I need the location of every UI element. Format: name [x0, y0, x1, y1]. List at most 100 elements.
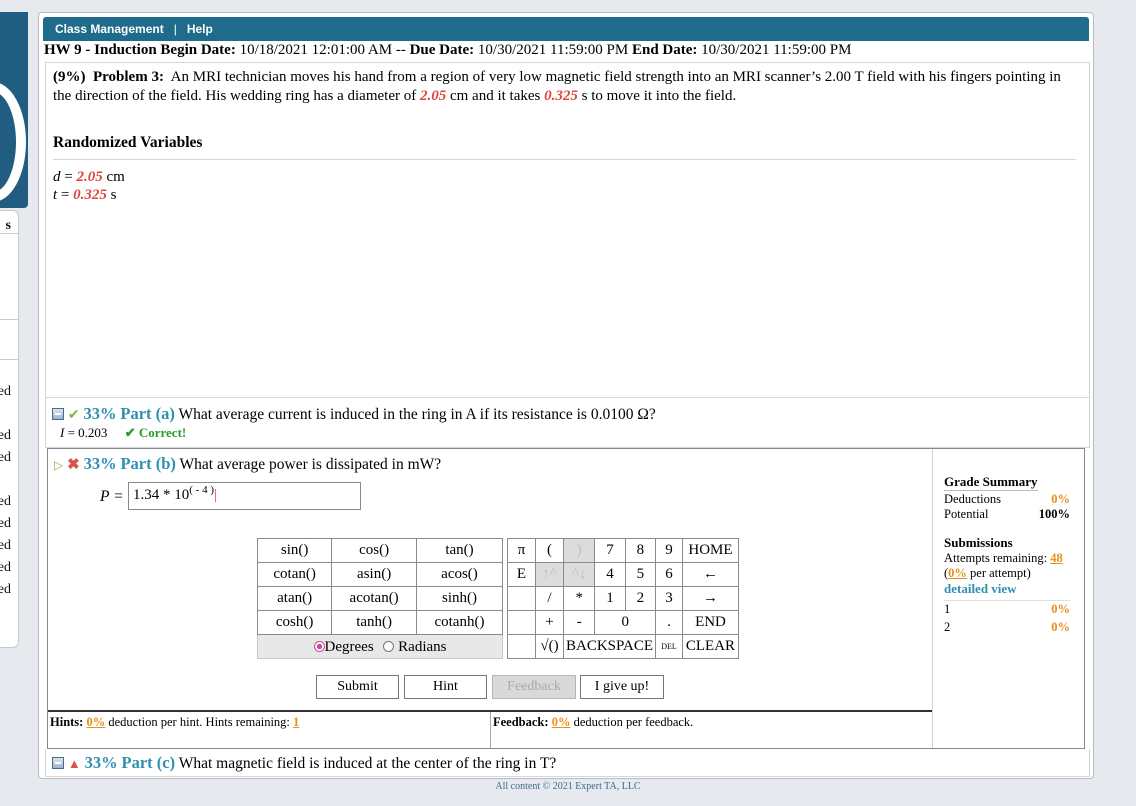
randomized-variables-title: Randomized Variables	[53, 134, 203, 151]
key-home[interactable]: HOME	[681, 538, 739, 563]
part-c-question: What magnetic field is induced at the ce…	[178, 755, 557, 772]
diameter-value: 2.05	[419, 88, 447, 104]
key-acotan[interactable]: acotan()	[331, 586, 417, 611]
left-panel-fragment: ed	[0, 384, 11, 399]
give-up-button[interactable]: I give up!	[580, 675, 664, 699]
problem-percent: (9%)	[53, 69, 86, 85]
key-divide[interactable]: /	[535, 586, 564, 611]
play-icon[interactable]: ▷	[54, 458, 63, 472]
key-4[interactable]: 4	[594, 562, 626, 587]
hint-button[interactable]: Hint	[404, 675, 487, 699]
key-left-paren[interactable]: (	[535, 538, 564, 563]
submission-row: 1 0%	[944, 600, 1070, 616]
key-backspace[interactable]: BACKSPACE	[563, 634, 656, 659]
key-sqrt[interactable]: √()	[535, 634, 564, 659]
nav-class-management-link[interactable]: Class Management	[55, 22, 164, 36]
key-1[interactable]: 1	[594, 586, 626, 611]
key-pi[interactable]: π	[507, 538, 536, 563]
hints-label: Hints:	[50, 715, 84, 729]
left-panel-fragment: ed	[0, 494, 11, 509]
grade-summary-title: Grade Summary	[944, 474, 1038, 491]
detailed-view-link[interactable]: detailed view	[944, 581, 1070, 597]
part-a: ✔ 33% Part (a) What average current is i…	[45, 397, 1090, 448]
key-cos[interactable]: cos()	[331, 538, 417, 563]
feedback-text: deduction per feedback.	[573, 715, 694, 729]
problem-label: Problem 3:	[93, 69, 164, 85]
footer-copyright: All content © 2021 Expert TA, LLC	[495, 781, 641, 792]
variable-t: t = 0.325 s	[53, 187, 117, 203]
submission-row: 2 0%	[944, 620, 1070, 634]
key-clear[interactable]: CLEAR	[681, 634, 739, 659]
assignment-title: HW 9 - Induction	[44, 42, 157, 58]
key-cotan[interactable]: cotan()	[256, 562, 333, 587]
x-icon: ✖	[67, 457, 80, 473]
top-nav: Class Management | Help	[43, 17, 1089, 41]
collapse-icon[interactable]	[52, 408, 64, 420]
submissions-title: Submissions	[944, 535, 1013, 550]
hints-remaining: 1	[293, 715, 300, 729]
key-8[interactable]: 8	[624, 538, 656, 563]
hints-deduction: 0%	[86, 715, 106, 729]
problem-text: (9%) Problem 3: An MRI technician moves …	[53, 68, 1073, 106]
part-a-label[interactable]: Part (a)	[120, 404, 175, 423]
key-cotanh[interactable]: cotanh()	[415, 610, 504, 635]
key-right-arrow[interactable]: →	[681, 586, 739, 611]
answer-input-label: P =	[100, 488, 124, 505]
key-atan[interactable]: atan()	[256, 586, 333, 611]
key-right-paren[interactable]: )	[562, 538, 596, 563]
key-5[interactable]: 5	[624, 562, 656, 587]
begin-date-value: 10/18/2021 12:01:00 AM --	[239, 42, 410, 58]
part-a-percent: 33%	[83, 404, 117, 423]
part-b-percent: 33%	[83, 454, 117, 473]
key-exp-down[interactable]: ^↓	[562, 562, 596, 587]
key-exp-up[interactable]: ↑^	[535, 562, 564, 587]
end-date-label: End Date:	[631, 42, 698, 58]
key-7[interactable]: 7	[594, 538, 626, 563]
key-multiply[interactable]: *	[562, 586, 596, 611]
key-tan[interactable]: tan()	[415, 538, 504, 563]
left-panel-fragment: ed	[0, 450, 11, 465]
part-b: ▷ ✖ 33% Part (b) What average power is d…	[47, 448, 1085, 749]
key-9[interactable]: 9	[654, 538, 683, 563]
radians-label: Radians	[398, 639, 447, 655]
left-background: s ed ed ed ed ed ed ed ed	[0, 0, 30, 806]
feedback-button[interactable]: Feedback	[492, 675, 576, 699]
answer-input[interactable]: 1.34 * 10( - 4 )|	[128, 482, 361, 510]
key-del[interactable]: DEL	[654, 634, 683, 659]
due-date-value: 10/30/2021 11:59:00 PM	[477, 42, 629, 58]
key-blank	[507, 586, 536, 611]
part-c: ▲ 33% Part (c) What magnetic field is in…	[45, 749, 1090, 777]
submit-button[interactable]: Submit	[316, 675, 399, 699]
key-cosh[interactable]: cosh()	[256, 610, 333, 635]
key-left-arrow[interactable]: ←	[681, 562, 739, 587]
left-panel-fragment: ed	[0, 560, 11, 575]
key-0[interactable]: 0	[594, 610, 656, 635]
key-3[interactable]: 3	[654, 586, 683, 611]
nav-help-link[interactable]: Help	[187, 22, 213, 36]
collapse-icon[interactable]	[52, 757, 64, 769]
key-plus[interactable]: +	[535, 610, 564, 635]
key-end[interactable]: END	[681, 610, 739, 635]
radians-radio[interactable]	[383, 641, 395, 652]
attempts-remaining: 48	[1050, 551, 1063, 565]
key-tanh[interactable]: tanh()	[331, 610, 417, 635]
warning-icon: ▲	[67, 756, 81, 771]
part-c-percent: 33%	[84, 753, 118, 772]
key-acos[interactable]: acos()	[415, 562, 504, 587]
key-6[interactable]: 6	[654, 562, 683, 587]
key-asin[interactable]: asin()	[331, 562, 417, 587]
key-e[interactable]: E	[507, 562, 536, 587]
key-blank	[507, 610, 536, 635]
potential-value: 100%	[1038, 507, 1070, 521]
key-2[interactable]: 2	[624, 586, 656, 611]
key-minus[interactable]: -	[562, 610, 596, 635]
due-date-label: Due Date:	[409, 42, 475, 58]
part-a-answer-value: = 0.203	[64, 425, 108, 440]
key-dot[interactable]: .	[654, 610, 683, 635]
part-b-label[interactable]: Part (b)	[120, 454, 175, 473]
part-c-label[interactable]: Part (c)	[122, 753, 176, 772]
key-sin[interactable]: sin()	[256, 538, 333, 563]
degrees-radio[interactable]	[313, 641, 325, 652]
left-panel-fragment: ed	[0, 538, 11, 553]
key-sinh[interactable]: sinh()	[415, 586, 504, 611]
